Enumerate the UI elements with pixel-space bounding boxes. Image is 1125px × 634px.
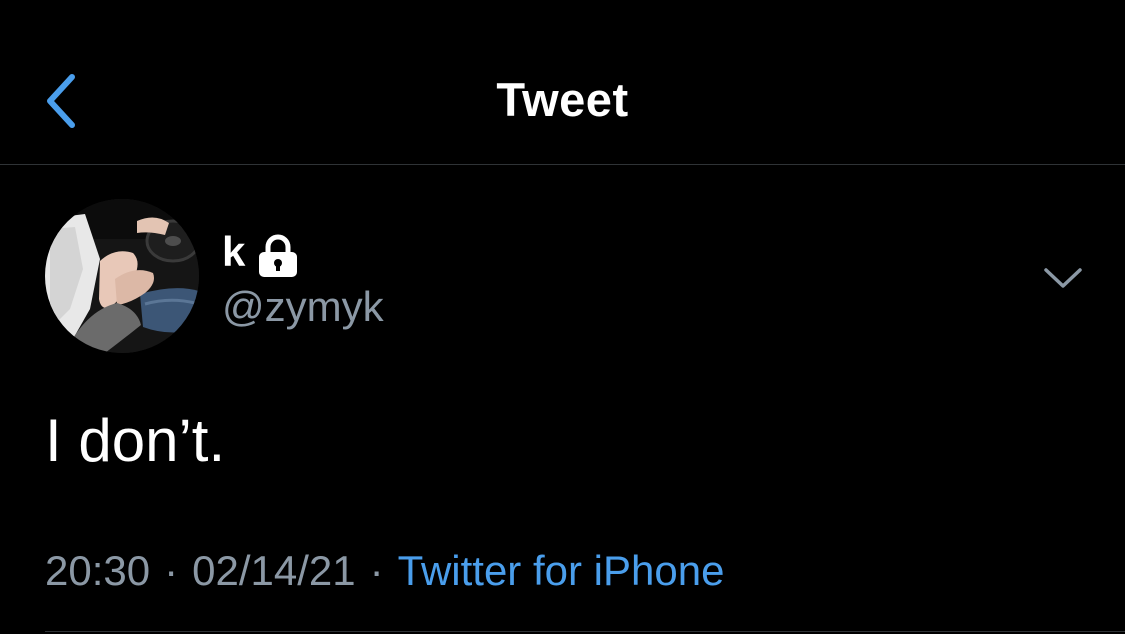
nav-bar: Tweet <box>0 0 1125 165</box>
more-options-button[interactable] <box>1040 258 1086 298</box>
tweet-text: I don’t. <box>45 407 226 474</box>
display-name[interactable]: k <box>222 224 245 280</box>
meta-separator: · <box>369 547 384 594</box>
tweet-time: 20:30 <box>45 547 151 594</box>
author-name-row: k <box>222 224 299 280</box>
tweet-date: 02/14/21 <box>192 547 356 594</box>
divider <box>45 631 1125 632</box>
avatar-image <box>45 199 199 353</box>
page-title: Tweet <box>496 73 629 126</box>
chevron-down-icon <box>1044 268 1082 288</box>
meta-separator: · <box>164 547 179 594</box>
lock-icon <box>259 234 298 277</box>
tweet-source-link[interactable]: Twitter for iPhone <box>398 543 725 599</box>
author-handle[interactable]: @zymyk <box>222 281 384 333</box>
avatar[interactable] <box>45 199 199 353</box>
tweet-meta: 20:30 · 02/14/21 · Twitter for iPhone <box>45 543 724 599</box>
